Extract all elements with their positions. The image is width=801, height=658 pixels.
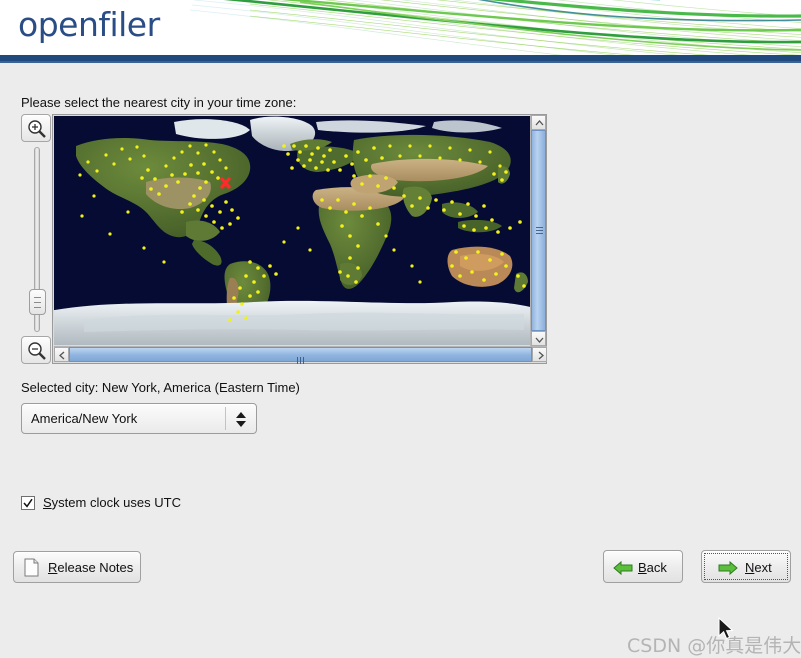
map-horizontal-scroll-thumb[interactable] <box>69 347 532 362</box>
back-button[interactable]: Back <box>603 550 683 583</box>
map-vertical-scroll-thumb[interactable] <box>531 130 546 331</box>
chevron-updown-icon <box>234 410 248 429</box>
chevron-right-icon <box>536 351 545 360</box>
release-notes-rest: elease Notes <box>57 560 133 575</box>
timezone-select-value: America/New York <box>31 411 137 426</box>
selected-city-label: Selected city: New York, America (Easter… <box>21 380 300 395</box>
installer-content-pane: Please select the nearest city in your t… <box>0 63 801 600</box>
watermark: CSDN @你真是伟大 <box>627 631 801 658</box>
back-label: Back <box>638 560 667 575</box>
zoom-in-icon <box>26 118 48 140</box>
combo-spinner-arrows[interactable] <box>234 410 248 432</box>
world-map-frame <box>52 114 547 364</box>
map-zoom-controls <box>21 114 53 364</box>
checkmark-icon <box>23 498 33 508</box>
document-icon <box>24 558 40 580</box>
chevron-left-icon <box>58 351 67 360</box>
world-map-image <box>54 116 531 345</box>
scroll-thumb-grip <box>536 227 543 236</box>
scroll-down-button[interactable] <box>531 331 546 346</box>
scroll-right-button[interactable] <box>532 347 547 362</box>
timezone-select[interactable]: America/New York <box>21 403 257 434</box>
release-notes-button[interactable]: Release Notes <box>13 551 141 583</box>
back-rest: ack <box>647 560 667 575</box>
next-label: Next <box>745 560 772 575</box>
map-zoom-slider-handle[interactable] <box>29 289 46 315</box>
timezone-map-widget <box>21 114 547 374</box>
system-clock-utc-label: System clock uses UTC <box>43 495 181 510</box>
chevron-up-icon <box>535 119 544 128</box>
world-map-canvas[interactable] <box>54 116 531 345</box>
release-notes-label: Release Notes <box>48 560 133 575</box>
utc-label-rest: ystem clock uses UTC <box>52 495 181 510</box>
scroll-left-button[interactable] <box>54 347 69 362</box>
utc-label-mnemonic: S <box>43 495 52 510</box>
next-button[interactable]: Next <box>701 550 791 583</box>
zoom-in-button[interactable] <box>21 114 51 142</box>
page-title: Please select the nearest city in your t… <box>21 95 296 110</box>
combo-separator <box>225 407 226 430</box>
next-mnemonic: N <box>745 560 754 575</box>
system-clock-utc-checkbox[interactable] <box>21 496 35 510</box>
scroll-up-button[interactable] <box>531 115 546 130</box>
arrow-left-icon <box>613 560 633 579</box>
chevron-down-icon <box>535 335 544 344</box>
back-mnemonic: B <box>638 560 647 575</box>
scroll-thumb-grip <box>297 352 306 367</box>
next-rest: ext <box>754 560 771 575</box>
openfiler-logo: openfiler <box>18 5 160 44</box>
map-horizontal-scrollbar[interactable] <box>54 346 547 362</box>
app-header-banner: openfiler <box>0 0 801 55</box>
arrow-right-icon <box>718 560 738 579</box>
mouse-cursor <box>717 617 735 643</box>
release-notes-mnemonic: R <box>48 560 57 575</box>
zoom-out-button[interactable] <box>21 336 51 364</box>
map-vertical-scrollbar[interactable] <box>530 115 546 346</box>
zoom-out-icon <box>26 340 48 362</box>
